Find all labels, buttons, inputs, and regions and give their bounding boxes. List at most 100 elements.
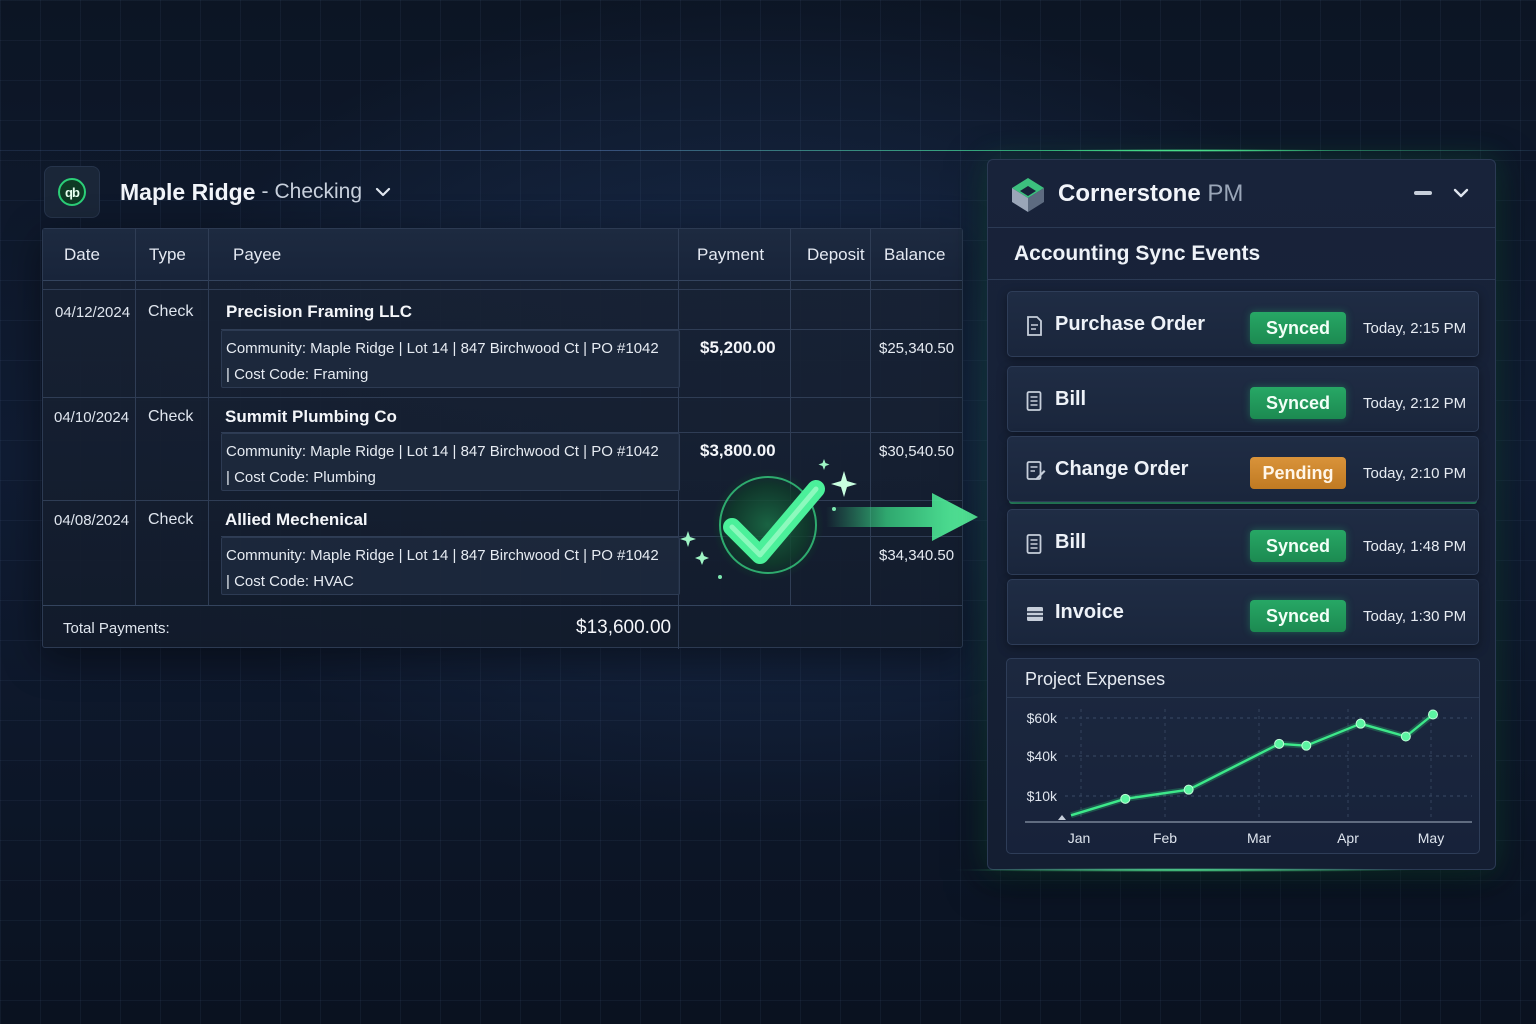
table-header: Date Type Payee Payment Deposit Balance <box>43 229 962 281</box>
column-header-payment[interactable]: Payment <box>697 229 764 281</box>
sync-event-item[interactable]: Change Order Pending Today, 2:10 PM <box>1007 436 1479 502</box>
row-payment: $3,800.00 <box>700 441 776 460</box>
event-name: Purchase Order <box>1055 313 1206 335</box>
event-name: Invoice <box>1055 601 1124 623</box>
account-separator: - <box>261 180 269 203</box>
row-type: Check <box>148 511 194 528</box>
row-date: 04/10/2024 <box>54 409 130 426</box>
row-date: 04/08/2024 <box>54 512 130 529</box>
line-chart: $10k $40k $60k Jan Feb Mar Apr May <box>1025 709 1472 846</box>
y-tick-label: $60k <box>1027 710 1058 726</box>
sync-event-item[interactable]: Bill Synced Today, 2:12 PM <box>1007 366 1479 432</box>
row-balance: $30,540.50 <box>879 443 955 460</box>
brand-name: Cornerstone PM <box>1058 180 1243 208</box>
cornerstone-logo-icon <box>1010 176 1046 214</box>
account-type: Checking <box>274 180 363 203</box>
axis-marker-icon <box>1058 815 1066 820</box>
memo-line: | Cost Code: Plumbing <box>226 469 376 486</box>
row-date: 04/12/2024 <box>55 304 131 321</box>
row-balance: $25,340.50 <box>879 340 955 357</box>
data-point <box>1183 784 1194 795</box>
event-name: Change Order <box>1055 458 1189 480</box>
invoice-icon <box>1026 604 1043 624</box>
bill-icon <box>1026 391 1042 411</box>
column-header-date[interactable]: Date <box>64 229 100 281</box>
y-tick-label: $40k <box>1027 748 1058 764</box>
status-badge: Synced <box>1250 387 1346 419</box>
app-logo[interactable]: qb <box>44 166 100 218</box>
sync-event-item[interactable]: Purchase Order Synced Today, 2:15 PM <box>1007 291 1479 357</box>
row-divider <box>43 289 962 290</box>
y-tick-label: $10k <box>1027 788 1058 804</box>
change-order-icon <box>1026 461 1046 481</box>
column-divider <box>870 229 871 605</box>
memo-line: Community: Maple Ridge | Lot 14 | 847 Bi… <box>226 340 659 357</box>
event-time: Today, 2:15 PM <box>1363 320 1467 337</box>
section-title: Accounting Sync Events <box>1014 242 1261 265</box>
column-divider <box>208 229 209 605</box>
event-name: Bill <box>1055 531 1087 553</box>
row-payee: Summit Plumbing Co <box>225 407 397 426</box>
column-divider <box>135 229 136 605</box>
data-point <box>1301 740 1312 751</box>
project-expenses-chart: Project Expenses $10k $40k $60k Jan Feb Mar Ap… <box>1006 658 1480 854</box>
row-memo: Community: Maple Ridge | Lot 14 | 847 Bi… <box>221 537 680 595</box>
column-header-balance[interactable]: Balance <box>884 229 945 281</box>
event-time: Today, 1:48 PM <box>1363 538 1467 555</box>
status-badge: Synced <box>1250 530 1346 562</box>
x-tick-label: Feb <box>1153 830 1177 846</box>
column-header-deposit[interactable]: Deposit <box>807 229 865 281</box>
event-time: Today, 1:30 PM <box>1363 608 1467 625</box>
memo-line: Community: Maple Ridge | Lot 14 | 847 Bi… <box>226 443 659 460</box>
data-point <box>1274 738 1285 749</box>
chevron-down-icon[interactable] <box>1452 184 1470 202</box>
data-point <box>1355 718 1366 729</box>
brand-suffix: PM <box>1207 180 1244 207</box>
sync-event-item[interactable]: Bill Synced Today, 1:48 PM <box>1007 509 1479 575</box>
account-header: qb Maple Ridge - Checking <box>44 166 392 218</box>
logo-mark: qb <box>58 178 86 206</box>
x-tick-label: Mar <box>1247 830 1271 846</box>
data-point <box>1400 731 1411 742</box>
glow-accent <box>1040 149 1340 152</box>
minimize-button[interactable] <box>1414 191 1432 195</box>
row-payee: Allied Mechenical <box>225 510 368 529</box>
row-balance: $34,340.50 <box>879 547 955 564</box>
row-payment: $5,200.00 <box>700 338 776 357</box>
column-divider <box>790 229 791 605</box>
row-type: Check <box>148 303 194 320</box>
data-point <box>1428 709 1438 720</box>
status-badge: Synced <box>1250 312 1346 344</box>
memo-line: | Cost Code: HVAC <box>226 573 354 590</box>
column-header-type[interactable]: Type <box>149 229 186 281</box>
bill-icon <box>1026 534 1042 554</box>
status-badge: Pending <box>1250 457 1346 489</box>
row-divider <box>43 500 962 501</box>
memo-line: Community: Maple Ridge | Lot 14 | 847 Bi… <box>226 547 659 564</box>
event-time: Today, 2:12 PM <box>1363 395 1467 412</box>
sync-event-item[interactable]: Invoice Synced Today, 1:30 PM <box>1007 579 1479 645</box>
memo-line: | Cost Code: Framing <box>226 366 369 383</box>
total-label: Total Payments: <box>63 620 170 637</box>
total-value: $13,600.00 <box>576 617 672 638</box>
chevron-down-icon[interactable] <box>374 183 392 201</box>
total-row: Total Payments: $13,600.00 <box>43 605 962 649</box>
row-type: Check <box>148 408 194 425</box>
event-time: Today, 2:10 PM <box>1363 465 1467 482</box>
row-memo: Community: Maple Ridge | Lot 14 | 847 Bi… <box>221 330 680 388</box>
brand-title: Cornerstone <box>1058 180 1201 207</box>
x-tick-label: Jan <box>1068 830 1091 846</box>
document-icon <box>1026 316 1042 336</box>
data-point <box>1120 793 1131 804</box>
row-memo: Community: Maple Ridge | Lot 14 | 847 Bi… <box>221 433 680 491</box>
account-name: Maple Ridge <box>120 178 256 205</box>
panel-header: Cornerstone PM <box>988 160 1495 228</box>
status-badge: Synced <box>1250 600 1346 632</box>
x-tick-label: May <box>1418 830 1444 846</box>
row-divider <box>43 397 962 398</box>
event-name: Bill <box>1055 388 1087 410</box>
column-header-payee[interactable]: Payee <box>233 229 281 281</box>
glow-accent <box>950 868 1420 872</box>
sync-panel: Cornerstone PM Accounting Sync Events Pu… <box>987 159 1496 870</box>
divider <box>988 279 1495 280</box>
